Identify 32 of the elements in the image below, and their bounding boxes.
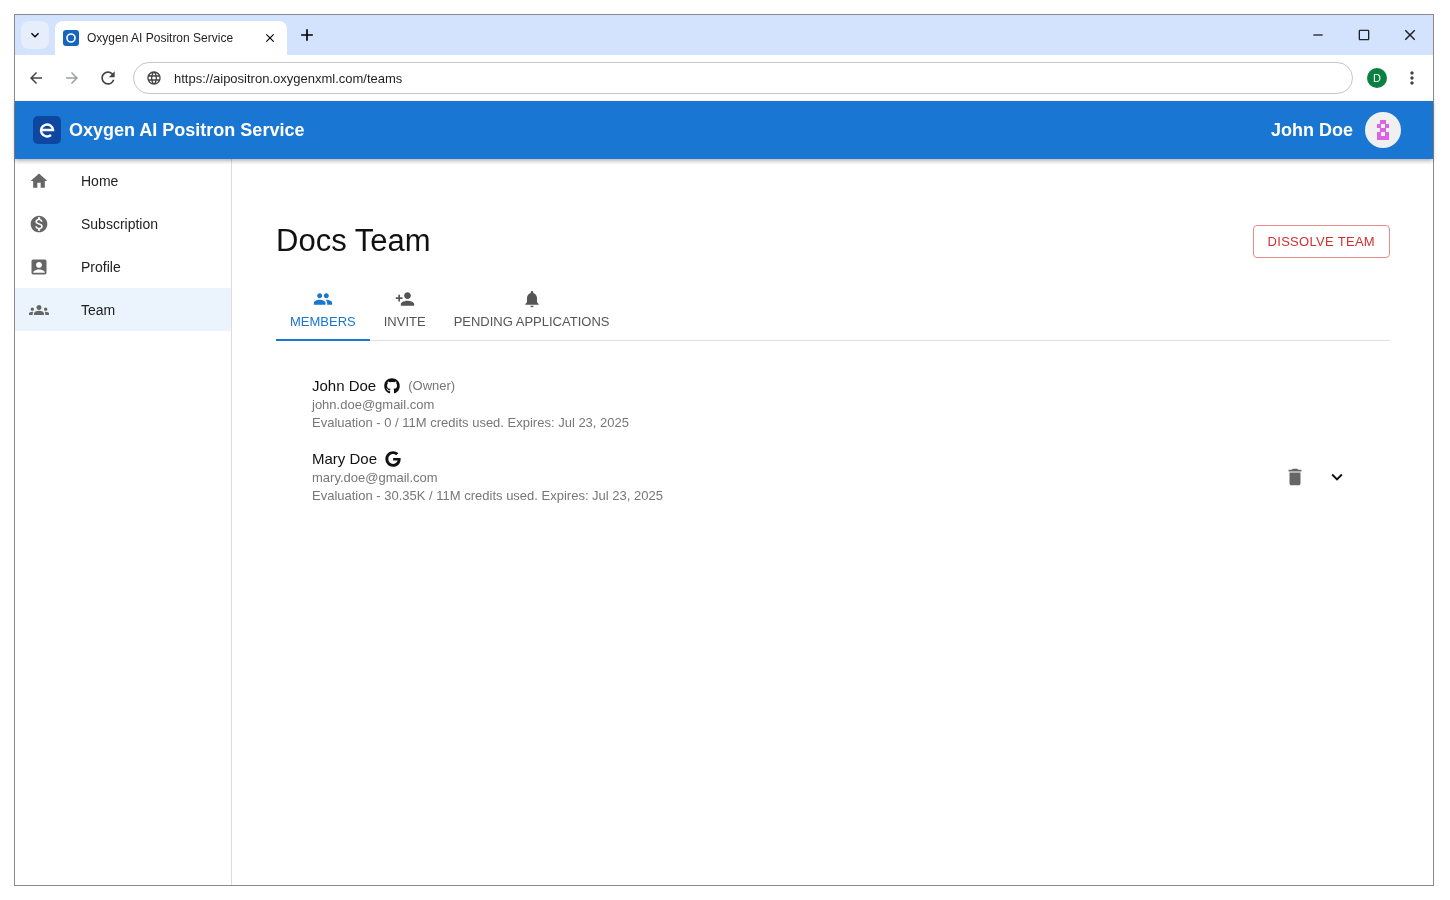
url-text: https://aipositron.oxygenxml.com/teams bbox=[174, 70, 403, 86]
app-title: Oxygen AI Positron Service bbox=[69, 119, 305, 141]
user-name: John Doe bbox=[1271, 119, 1353, 141]
sidebar-item[interactable]: Team bbox=[15, 288, 231, 331]
member-usage: Evaluation - 30.35K / 11M credits used. Expires: Jul 23, 2025 bbox=[312, 488, 664, 503]
tab[interactable]: MEMBERS bbox=[276, 283, 370, 341]
tab[interactable]: PENDING APPLICATIONS bbox=[439, 283, 624, 341]
member-usage: Evaluation - 0 / 11M credits used. Expires: Jul 23, 2025 bbox=[312, 415, 630, 430]
team-title: Docs Team bbox=[276, 223, 431, 259]
member-name: John Doe bbox=[312, 377, 377, 394]
tab[interactable]: INVITE bbox=[369, 283, 440, 341]
dissolve-team-button[interactable]: DISSOLVE TEAM bbox=[1252, 224, 1390, 258]
person-add-icon bbox=[394, 289, 415, 309]
member-name: Mary Doe bbox=[312, 450, 378, 467]
globe-icon bbox=[146, 70, 162, 86]
sidebar-item[interactable]: Home bbox=[15, 159, 231, 202]
tab-title: Oxygen AI Positron Service bbox=[87, 31, 235, 45]
reload-icon[interactable] bbox=[98, 68, 118, 88]
maximize-icon[interactable] bbox=[1356, 27, 1372, 43]
browser-tab[interactable]: Oxygen AI Positron Service bbox=[55, 21, 287, 55]
profile-avatar[interactable]: D bbox=[1367, 68, 1387, 88]
sidebar-item[interactable]: Subscription bbox=[15, 202, 231, 245]
member-email: mary.doe@gmail.com bbox=[312, 470, 439, 485]
dollar-icon bbox=[29, 213, 49, 234]
favicon-icon bbox=[63, 30, 79, 46]
member-role: (Owner) bbox=[408, 378, 456, 393]
sidebar-item[interactable]: Profile bbox=[15, 245, 231, 288]
forward-icon[interactable] bbox=[63, 69, 81, 87]
user-avatar[interactable] bbox=[1365, 112, 1401, 148]
close-icon[interactable] bbox=[263, 31, 277, 45]
logo-icon bbox=[33, 116, 61, 144]
member-email: john.doe@gmail.com bbox=[312, 397, 436, 412]
